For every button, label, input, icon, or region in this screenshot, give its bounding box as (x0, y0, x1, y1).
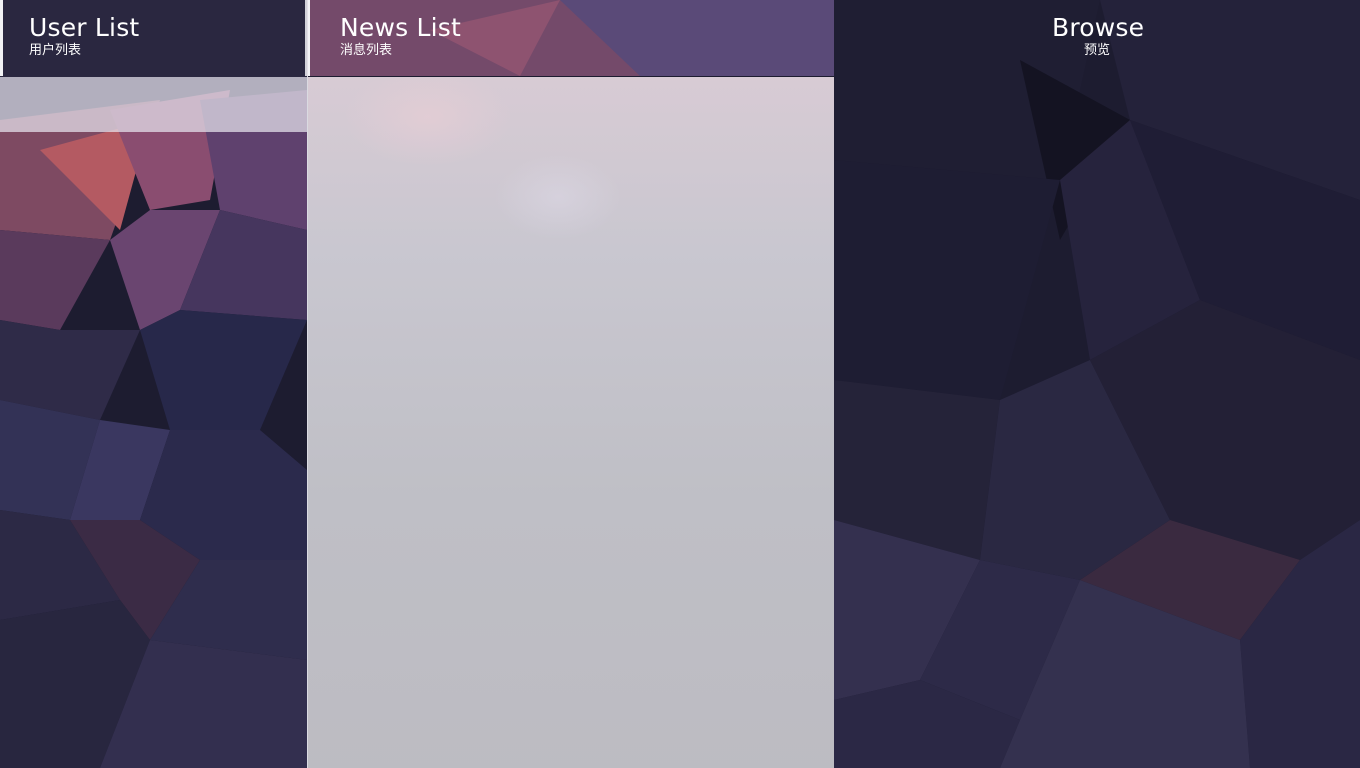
user-list-column: User List 用户列表 (0, 0, 307, 768)
news-list-header: News List 消息列表 (308, 0, 834, 76)
browse-preview-area (834, 77, 1360, 768)
news-list-title: News List (340, 13, 462, 42)
user-list-subtitle: 用户列表 (29, 43, 82, 58)
news-list-column: News List 消息列表 (308, 0, 834, 768)
column-separator (307, 0, 308, 768)
news-list-subtitle: 消息列表 (340, 43, 393, 58)
news-list-panel[interactable] (308, 77, 834, 768)
browse-column: Browse 预览 (834, 0, 1360, 768)
user-list-header: User List 用户列表 (0, 0, 307, 76)
user-list-title: User List (29, 13, 140, 42)
browse-subtitle: 预览 (1084, 43, 1111, 58)
browse-title: Browse (1052, 13, 1145, 42)
browse-header: Browse 预览 (834, 0, 1360, 76)
user-list-item-selected[interactable] (0, 77, 307, 132)
user-list (0, 77, 307, 768)
